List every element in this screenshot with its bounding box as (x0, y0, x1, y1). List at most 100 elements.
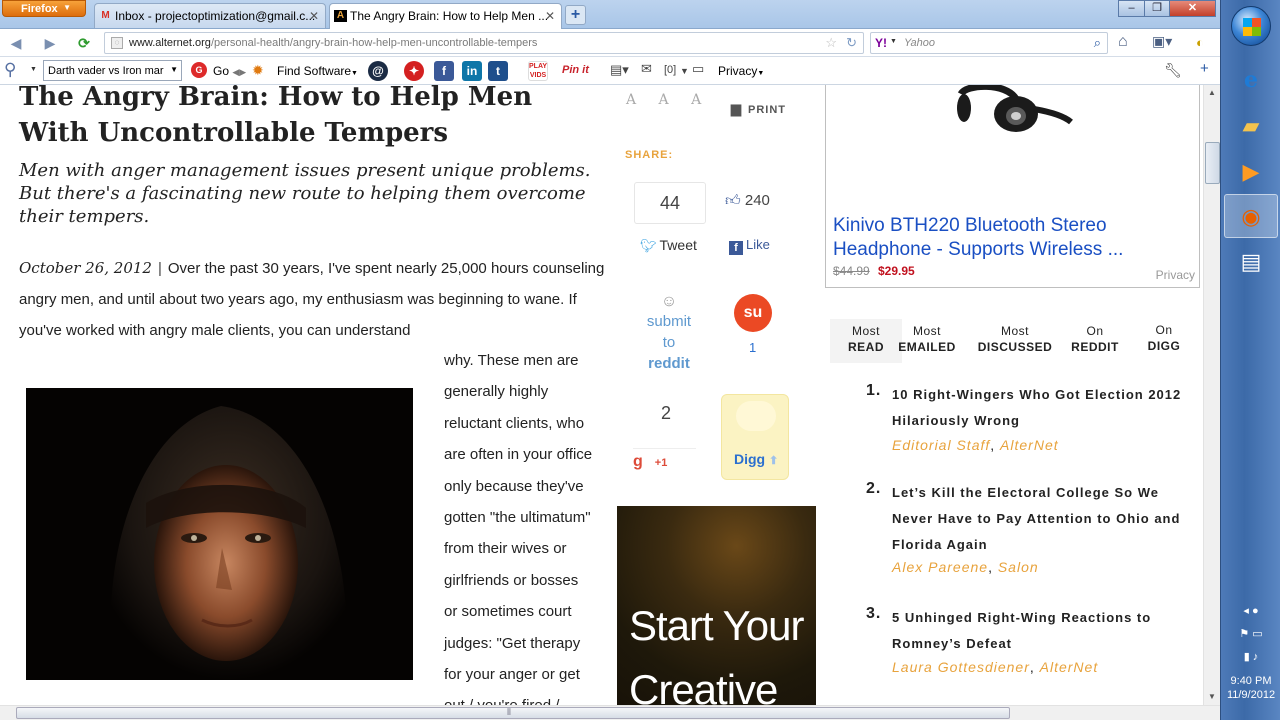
facebook-icon[interactable]: f (434, 61, 454, 81)
network-icon[interactable]: ⚑ ▭ (1221, 627, 1280, 640)
font-size-controls[interactable]: A A A (626, 92, 710, 108)
close-icon[interactable]: ✕ (309, 9, 319, 23)
linkedin-icon[interactable]: in (462, 61, 482, 81)
firefox-taskbar-icon[interactable]: ◉ (1224, 194, 1278, 238)
reload-icon[interactable]: ⟳ (74, 33, 94, 53)
body-line: judges: "Get therapy (444, 634, 581, 652)
go-label: Go (213, 64, 230, 78)
tab-gmail-inbox[interactable]: M Inbox - projectoptimization@gmail.c...… (94, 3, 326, 28)
mail-icon[interactable]: ✉ (641, 61, 652, 77)
search-input[interactable]: Y! ▼ Yahoo ⌕ (870, 32, 1108, 54)
new-tab-button[interactable]: + (565, 5, 586, 25)
ad-title-link[interactable]: Kinivo BTH220 Bluetooth Stereo Headphone… (833, 214, 1193, 262)
mail-count: [0] (664, 64, 677, 76)
web-icon[interactable]: @ (368, 61, 388, 81)
toolbar-search-value: Darth vader vs Iron mar (48, 65, 164, 77)
ad-old-price: $44.99 (833, 264, 870, 278)
home-icon[interactable]: ⌂ (1118, 33, 1128, 51)
twitter-icon[interactable]: t (488, 61, 508, 81)
bookmark-star-icon[interactable]: ☆ (825, 35, 837, 51)
tab-on-digg[interactable]: On DIGG (1134, 319, 1194, 354)
tray-icons[interactable]: ◂ ● (1221, 604, 1280, 617)
document-icon[interactable]: ▤ (1224, 240, 1278, 284)
minimize-button[interactable]: ‒ (1118, 0, 1145, 17)
list-title-link[interactable]: Let’s Kill the Electoral College So We N… (892, 480, 1182, 558)
list-title-link[interactable]: 10 Right-Wingers Who Got Election 2012 H… (892, 382, 1182, 434)
headphone-ad[interactable]: Kinivo BTH220 Bluetooth Stereo Headphone… (825, 85, 1200, 288)
start-button[interactable] (1231, 6, 1271, 46)
forward-arrow-icon[interactable]: ▶ (40, 33, 60, 53)
print-button[interactable]: ▆ PRINT (731, 101, 786, 117)
ad-line: Creative (629, 666, 778, 705)
chevron-down-icon[interactable]: ▼ (680, 66, 689, 76)
tweet-label: Tweet (659, 237, 697, 253)
find-software-button[interactable]: Find Software▼ (277, 64, 358, 78)
byline-source[interactable]: AlterNet (1000, 437, 1059, 453)
screenshot-icon[interactable]: ▤▾ (610, 62, 629, 78)
play-video-icon[interactable]: PLAY VIDS (528, 61, 548, 81)
toolbar-search-field[interactable]: Darth vader vs Iron mar ▼ (43, 60, 182, 81)
list-byline: Editorial Staff, AlterNet (892, 437, 1059, 453)
scroll-down-icon[interactable]: ▼ (1205, 690, 1219, 704)
scroll-up-icon[interactable]: ▲ (1205, 86, 1219, 100)
chevron-down-icon[interactable]: ▼ (890, 38, 897, 45)
search-icon[interactable]: ⚲ (4, 60, 16, 80)
refresh-icon[interactable]: ↻ (846, 35, 857, 51)
internet-explorer-icon[interactable]: e (1224, 58, 1278, 102)
tab-most-discussed[interactable]: Most DISCUSSED (970, 319, 1060, 355)
news-icon[interactable]: ✦ (404, 61, 424, 81)
addon-icon[interactable]: ◐ (1196, 35, 1204, 50)
go-button[interactable]: Go ◀▶ (213, 64, 246, 78)
bookmarks-icon[interactable]: ▣▾ (1152, 33, 1172, 50)
back-arrow-icon[interactable]: ◀ (6, 33, 26, 53)
ad-privacy-link[interactable]: Privacy (1156, 268, 1195, 282)
stumbleupon-button[interactable]: su (734, 294, 772, 332)
share-heading: SHARE: (625, 149, 674, 161)
byline-author[interactable]: Laura Gottesdiener (892, 659, 1030, 675)
facebook-like-button[interactable]: f Like (729, 237, 770, 255)
addon-toolbar: ⚲ ▼ Darth vader vs Iron mar ▼ G Go ◀▶ ✹ … (0, 57, 1220, 85)
byline-source[interactable]: AlterNet (1040, 659, 1099, 675)
byline-author[interactable]: Alex Pareene (892, 559, 988, 575)
ad-line: Start Your (629, 602, 804, 649)
body-line: for your anger or get (444, 666, 580, 684)
reddit-submit-button[interactable]: ☺ submit to reddit (636, 293, 702, 374)
media-player-icon[interactable]: ▶ (1224, 150, 1278, 194)
scroll-thumb[interactable] (1205, 142, 1220, 184)
horizontal-scrollbar[interactable]: ⦀ (0, 705, 1220, 720)
search-icon[interactable]: ⌕ (1094, 35, 1101, 51)
chevron-down-icon[interactable]: ▼ (170, 65, 178, 74)
list-title-link[interactable]: 5 Unhinged Right-Wing Reactions to Romne… (892, 605, 1182, 657)
tab-top: On (1155, 323, 1173, 337)
start-creative-ad[interactable]: Start Your Creative (617, 506, 816, 705)
url-bar[interactable]: ◌ www.alternet.org/personal-health/angry… (104, 32, 864, 54)
close-icon[interactable]: ✕ (545, 9, 555, 23)
url-path: /personal-health/angry-brain-how-help-me… (210, 37, 538, 49)
firefox-menu-button[interactable]: Firefox ▼ (2, 0, 86, 17)
add-toolbar-icon[interactable]: + (1200, 60, 1209, 77)
tab-angry-brain[interactable]: A The Angry Brain: How to Help Men ... ✕ (329, 3, 562, 29)
scroll-thumb[interactable] (16, 707, 1010, 719)
wrench-icon[interactable]: 🔧︎ (1164, 62, 1182, 79)
volume-icon[interactable]: ▮ ♪ (1221, 650, 1280, 663)
tweet-button[interactable]: 🐦︎ Tweet (640, 237, 697, 254)
tab-top: Most (912, 324, 941, 338)
chevron-down-icon[interactable]: ▼ (30, 66, 37, 73)
vertical-scrollbar[interactable]: ▲ ▼ (1203, 85, 1220, 705)
privacy-button[interactable]: Privacy▼ (718, 64, 764, 78)
explorer-folder-icon[interactable]: ▰ (1224, 104, 1278, 148)
byline-source[interactable]: Salon (998, 559, 1039, 575)
tab-on-reddit[interactable]: On REDDIT (1062, 319, 1128, 355)
byline-author[interactable]: Editorial Staff (892, 437, 990, 453)
close-window-button[interactable]: ✕ (1169, 0, 1216, 17)
tab-bottom: REDDIT (1071, 340, 1119, 354)
digg-button[interactable]: Digg ⬆ (721, 394, 789, 480)
gplus-button[interactable]: g +1 (633, 448, 696, 470)
system-clock[interactable]: 9:40 PM 11/9/2012 (1221, 674, 1280, 702)
folder-icon[interactable]: ▭ (692, 61, 704, 77)
tab-most-emailed[interactable]: Most EMAILED (891, 319, 963, 355)
clock-time: 9:40 PM (1230, 675, 1272, 687)
go-icon[interactable]: G (191, 62, 207, 78)
pinterest-icon[interactable]: Pin it (562, 64, 589, 76)
maximize-button[interactable]: ❐ (1144, 0, 1170, 17)
